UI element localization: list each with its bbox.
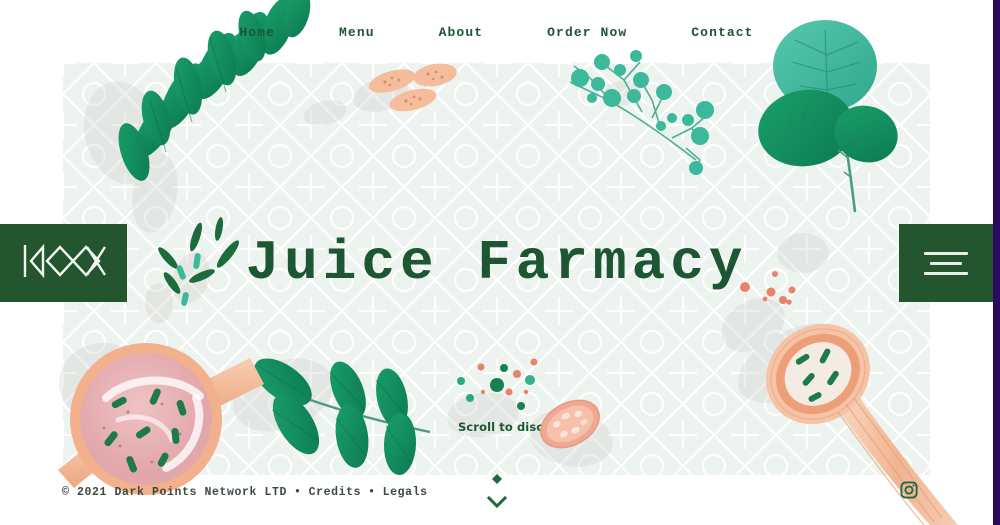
instagram-icon[interactable] xyxy=(900,481,918,499)
hamburger-icon-line-2 xyxy=(930,261,962,265)
nav-item-about[interactable]: About xyxy=(429,19,494,46)
logo-button[interactable] xyxy=(0,224,127,302)
page-root: Juice Farmacy Home Menu About Order Now … xyxy=(0,0,1000,525)
nav-item-order-now[interactable]: Order Now xyxy=(537,19,637,46)
hamburger-icon-line-3 xyxy=(924,271,968,275)
footer-separator-2: • xyxy=(368,486,376,499)
scroll-hint-label: Scroll to discover xyxy=(458,420,573,434)
scroll-down-button[interactable] xyxy=(484,470,510,512)
hero-background-pattern xyxy=(63,63,930,475)
copyright-text: © 2021 Dark Points Network LTD xyxy=(62,486,288,499)
logo-monogram-icon xyxy=(21,243,107,283)
nav-item-home[interactable]: Home xyxy=(229,19,285,46)
nav-item-menu[interactable]: Menu xyxy=(329,19,385,46)
footer-link-legals[interactable]: Legals xyxy=(383,484,428,501)
hero-section xyxy=(59,63,930,475)
main-navigation: Home Menu About Order Now Contact xyxy=(0,0,993,64)
nav-item-contact[interactable]: Contact xyxy=(681,19,763,46)
footer-link-credits[interactable]: Credits xyxy=(309,484,362,501)
hamburger-icon-line-1 xyxy=(924,251,968,255)
footer-separator-1: • xyxy=(294,486,302,499)
footer-bar: © 2021 Dark Points Network LTD • Credits… xyxy=(62,484,428,501)
page-scrollbar[interactable] xyxy=(993,0,1000,525)
hamburger-menu-button[interactable] xyxy=(899,224,993,302)
